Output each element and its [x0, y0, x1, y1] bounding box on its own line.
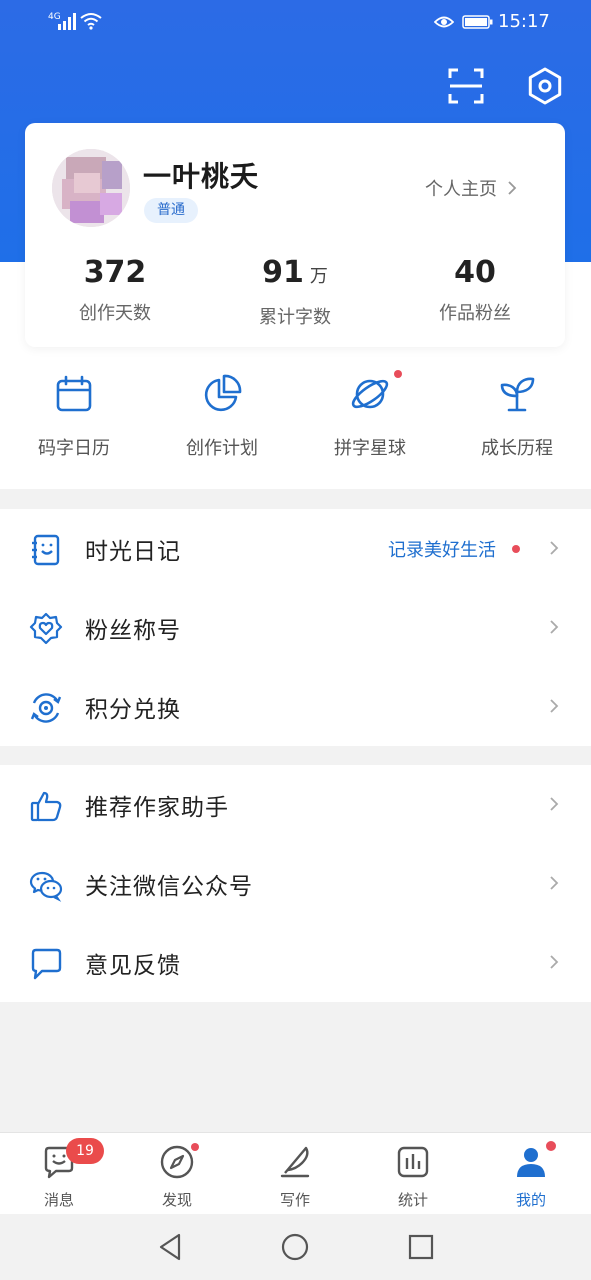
- wechat-icon: [29, 871, 63, 902]
- eye-comfort-icon: [434, 16, 454, 28]
- stat-total-words[interactable]: 91 万 累计字数: [205, 253, 385, 329]
- menu-item-label: 推荐作家助手: [85, 794, 229, 821]
- stat-writing-days[interactable]: 372 创作天数: [25, 253, 205, 325]
- notification-dot: [512, 545, 520, 553]
- feedback-icon: [31, 948, 62, 980]
- settings-button[interactable]: [525, 66, 565, 106]
- level-badge: 普通: [144, 198, 198, 223]
- quick-action-plan[interactable]: 创作计划: [148, 372, 296, 460]
- chevron-right-icon: [550, 699, 559, 713]
- wifi-icon: [80, 13, 102, 30]
- quick-action-growth[interactable]: 成长历程: [443, 372, 591, 460]
- avatar[interactable]: [52, 149, 130, 227]
- battery-icon: [462, 15, 493, 29]
- menu-item-hint: 记录美好生活: [388, 539, 496, 561]
- nav-label: 消息: [43, 1191, 74, 1209]
- menu-item-label: 粉丝称号: [85, 617, 181, 644]
- menu-item-label: 意见反馈: [85, 952, 181, 979]
- gear-icon: [528, 67, 562, 105]
- badge-heart-icon: [29, 612, 63, 645]
- bottom-nav: 19 消息 发现 写作 统计 我的: [0, 1132, 591, 1215]
- menu-item-wechat[interactable]: 关注微信公众号: [0, 844, 591, 923]
- home-icon[interactable]: [280, 1232, 310, 1262]
- stat-label: 创作天数: [79, 303, 151, 324]
- stat-value: 372: [83, 255, 147, 290]
- nav-label: 发现: [161, 1191, 192, 1209]
- menu-item-points[interactable]: 积分兑换: [0, 667, 591, 746]
- chevron-right-icon: [550, 620, 559, 634]
- notification-dot: [191, 1143, 199, 1151]
- stat-value: 40: [454, 255, 496, 290]
- nav-label: 我的: [515, 1191, 546, 1209]
- system-nav-bar: [0, 1214, 591, 1280]
- quick-action-label: 拼字星球: [334, 438, 406, 459]
- status-bar: 4G 15:17: [0, 0, 591, 44]
- profile-card: 一叶桃夭 普通 个人主页 372 创作天数 91 万 累计字数 40 作品粉丝: [25, 123, 565, 347]
- sprout-icon: [500, 377, 535, 412]
- nav-discover[interactable]: 发现: [118, 1133, 236, 1215]
- quick-action-label: 创作计划: [186, 438, 258, 459]
- status-time: 15:17: [498, 11, 550, 32]
- quick-action-label: 成长历程: [481, 438, 553, 459]
- quick-action-planet[interactable]: 拼字星球: [296, 370, 444, 460]
- planet-icon: [351, 379, 389, 409]
- homepage-link-label: 个人主页: [425, 179, 497, 200]
- stat-fans[interactable]: 40 作品粉丝: [385, 253, 565, 325]
- chevron-right-icon: [550, 541, 559, 555]
- diary-icon: [32, 534, 60, 566]
- recent-apps-icon[interactable]: [406, 1232, 436, 1262]
- cellular-signal-icon: 4G: [48, 12, 76, 30]
- menu-item-diary[interactable]: 时光日记 记录美好生活: [0, 509, 591, 588]
- user-icon: [517, 1148, 545, 1177]
- scan-button[interactable]: [446, 66, 486, 106]
- nav-stats[interactable]: 统计: [354, 1133, 472, 1215]
- nav-label: 写作: [279, 1191, 310, 1209]
- back-icon[interactable]: [155, 1232, 185, 1262]
- stats-row: 372 创作天数 91 万 累计字数 40 作品粉丝: [25, 253, 565, 333]
- compass-icon: [160, 1145, 194, 1179]
- chevron-right-icon: [508, 181, 517, 195]
- homepage-link[interactable]: 个人主页: [425, 175, 517, 201]
- stat-unit: 万: [309, 266, 328, 287]
- quick-action-label: 码字日历: [38, 438, 110, 459]
- chevron-right-icon: [550, 876, 559, 890]
- nav-label: 统计: [397, 1191, 428, 1209]
- stat-label: 累计字数: [259, 307, 331, 328]
- menu-item-label: 积分兑换: [85, 696, 181, 723]
- quick-action-calendar[interactable]: 码字日历: [0, 372, 148, 460]
- chevron-right-icon: [550, 955, 559, 969]
- unread-count-badge: 19: [66, 1138, 104, 1164]
- svg-text:4G: 4G: [48, 12, 61, 22]
- scan-icon: [448, 68, 484, 104]
- nav-messages[interactable]: 19 消息: [0, 1133, 118, 1215]
- chevron-right-icon: [550, 797, 559, 811]
- menu-item-recommend[interactable]: 推荐作家助手: [0, 765, 591, 844]
- nav-write[interactable]: 写作: [236, 1133, 354, 1215]
- quick-actions: 码字日历 创作计划 拼字星球 成长历程: [0, 370, 591, 472]
- calendar-icon: [56, 375, 92, 412]
- menu-group-2: 推荐作家助手 关注微信公众号 意见反馈: [0, 765, 591, 1002]
- thumbs-up-icon: [30, 791, 62, 822]
- menu-group-1: 时光日记 记录美好生活 粉丝称号 积分兑换: [0, 509, 591, 746]
- pie-chart-icon: [204, 374, 242, 412]
- menu-item-label: 时光日记: [85, 538, 181, 565]
- nav-me[interactable]: 我的: [472, 1133, 590, 1215]
- menu-item-fan-title[interactable]: 粉丝称号: [0, 588, 591, 667]
- bar-chart-icon: [397, 1146, 429, 1178]
- username: 一叶桃夭: [143, 160, 260, 193]
- menu-item-label: 关注微信公众号: [85, 873, 253, 900]
- notification-dot: [546, 1141, 556, 1151]
- stat-label: 作品粉丝: [439, 303, 511, 324]
- menu-item-feedback[interactable]: 意见反馈: [0, 923, 591, 1002]
- points-exchange-icon: [30, 693, 62, 723]
- stat-value: 91 万: [262, 255, 328, 290]
- notification-dot: [394, 370, 402, 378]
- feather-pen-icon: [280, 1146, 310, 1178]
